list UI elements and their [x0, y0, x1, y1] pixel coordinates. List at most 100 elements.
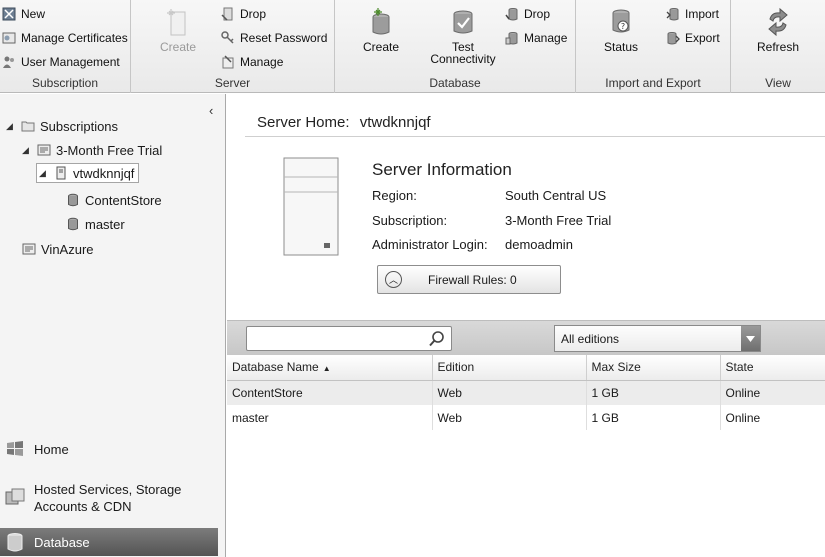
table-row[interactable]: ContentStore Web 1 GB Online: [227, 380, 825, 405]
cell-state: Online: [725, 410, 761, 425]
drop-icon: [221, 7, 233, 21]
svg-text:?: ?: [621, 22, 625, 31]
users-icon: [3, 56, 14, 68]
import-icon: [666, 8, 679, 21]
create-server-label: Create: [159, 40, 197, 54]
table-header-row: Database Name ▲ Edition Max Size State: [227, 355, 825, 381]
collapse-pane-icon[interactable]: ‹: [209, 103, 213, 118]
ribbon-group-subscription: New Manage Certificates User Management …: [0, 0, 131, 93]
nav-section-label: Hosted Services, Storage Accounts & CDN: [34, 482, 182, 514]
reset-password-button[interactable]: Reset Password: [221, 29, 327, 47]
page-title-server-name: vtwdknnjqf: [359, 114, 431, 131]
manage-certificates-button[interactable]: Manage Certificates: [2, 29, 128, 47]
create-database-label: Create: [362, 40, 400, 54]
drop-database-button[interactable]: Drop: [505, 5, 550, 23]
tree-node-subscriptions[interactable]: ◢ Subscriptions: [6, 116, 118, 136]
manage-database-label: Manage: [524, 31, 568, 45]
search-icon[interactable]: [428, 330, 446, 348]
database-section-icon: [7, 533, 23, 552]
create-server-button[interactable]: Create: [158, 7, 198, 53]
status-icon: ?: [612, 9, 630, 33]
export-button[interactable]: Export: [666, 29, 720, 47]
expanded-triangle-icon[interactable]: ◢: [22, 145, 32, 156]
drop-server-label: Drop: [240, 7, 267, 21]
test-connectivity-button[interactable]: Test Connectivity: [423, 7, 503, 65]
new-subscription-button[interactable]: New: [2, 5, 45, 23]
user-management-button[interactable]: User Management: [2, 53, 120, 71]
export-icon: [667, 32, 680, 45]
connectivity-icon: [453, 10, 473, 34]
column-header-database-name[interactable]: Database Name ▲: [227, 355, 433, 381]
ribbon-group-database: Create Test Connectivity Drop Manage Dat…: [335, 0, 576, 93]
new-label: New: [21, 7, 46, 21]
table-row[interactable]: master Web 1 GB Online: [227, 405, 825, 430]
search-box: [246, 326, 452, 351]
test-connectivity-label: Test Connectivity: [430, 40, 496, 66]
new-icon: [2, 7, 16, 21]
expanded-triangle-icon[interactable]: ◢: [6, 121, 16, 132]
left-navigation-pane: ‹ ◢ Subscriptions ◢ 3-Month Free Trial ◢…: [0, 94, 226, 557]
create-database-button[interactable]: Create: [361, 7, 401, 53]
server-create-icon: [167, 9, 186, 36]
dropdown-arrow-icon[interactable]: [741, 326, 760, 351]
import-button[interactable]: Import: [666, 5, 719, 23]
tree-node-vinazure[interactable]: VinAzure: [22, 239, 94, 259]
expanded-triangle-icon[interactable]: ◢: [39, 168, 49, 179]
status-button[interactable]: ? Status: [601, 7, 641, 53]
database-manage-icon: [505, 32, 518, 45]
manage-database-button[interactable]: Manage: [505, 29, 567, 47]
info-key: Region:: [372, 188, 417, 203]
view-group-label: View: [765, 76, 791, 90]
column-header-max-size[interactable]: Max Size: [586, 355, 721, 381]
import-label: Import: [685, 7, 720, 21]
server-home-panel: Server Home: vtwdknnjqf Server Informati…: [227, 94, 825, 557]
nav-section-home[interactable]: Home: [0, 438, 218, 460]
column-header-label: State: [725, 360, 754, 375]
server-tower-icon: [283, 157, 339, 256]
column-header-edition[interactable]: Edition: [432, 355, 587, 381]
tree-node-master[interactable]: master: [66, 214, 125, 234]
cell-edition: Web: [432, 380, 587, 405]
tree-node-label: vtwdknnjqf: [73, 165, 135, 181]
cell-state: Online: [720, 380, 825, 405]
nav-section-hosted-services[interactable]: Hosted Services, Storage Accounts & CDN: [0, 478, 218, 518]
refresh-button[interactable]: Refresh: [753, 7, 803, 53]
search-input[interactable]: [247, 327, 427, 350]
cell-database-name: master: [227, 405, 433, 430]
import-export-group-label: Import and Export: [605, 76, 701, 90]
database-create-icon: [372, 8, 390, 35]
expand-circle-icon: ︿: [385, 271, 402, 288]
column-header-label: Edition: [437, 360, 475, 375]
column-header-label: Database Name: [232, 360, 319, 375]
tree-node-label: 3-Month Free Trial: [56, 142, 163, 158]
column-header-state[interactable]: State: [720, 355, 825, 381]
cell-database-name: ContentStore: [227, 380, 433, 405]
nav-section-database[interactable]: Database: [0, 528, 218, 556]
database-group-label: Database: [429, 76, 481, 90]
ribbon-group-view: Refresh View: [731, 0, 825, 93]
database-filter-bar: All editions: [227, 320, 825, 355]
info-key: Administrator Login:: [372, 237, 488, 252]
info-row-subscription: Subscription: 3-Month Free Trial: [372, 213, 611, 228]
edition-select[interactable]: All editions: [554, 325, 761, 352]
tree-node-label: Subscriptions: [40, 118, 119, 134]
info-value: 3-Month Free Trial: [505, 213, 612, 228]
server-information-heading: Server Information: [372, 160, 512, 179]
manage-server-button[interactable]: Manage: [221, 53, 283, 71]
drop-server-button[interactable]: Drop: [221, 5, 266, 23]
nav-section-label: Database: [34, 534, 90, 550]
tree-node-server[interactable]: ◢ vtwdknnjqf: [36, 163, 140, 183]
page-title-prefix: Server Home:: [257, 114, 350, 131]
tree-node-free-trial[interactable]: ◢ 3-Month Free Trial: [22, 140, 162, 160]
tree-node-contentstore[interactable]: ContentStore: [66, 190, 162, 210]
key-icon: [221, 31, 234, 44]
refresh-label: Refresh: [756, 40, 800, 54]
firewall-rules-button[interactable]: ︿ Firewall Rules: 0: [377, 265, 561, 294]
info-value: demoadmin: [505, 237, 573, 252]
server-icon: [56, 166, 66, 180]
export-label: Export: [685, 31, 720, 45]
info-row-region: Region: South Central US: [372, 188, 606, 203]
refresh-icon: [768, 7, 788, 37]
edition-selected-value: All editions: [561, 331, 620, 346]
cell-edition: Web: [432, 405, 587, 430]
